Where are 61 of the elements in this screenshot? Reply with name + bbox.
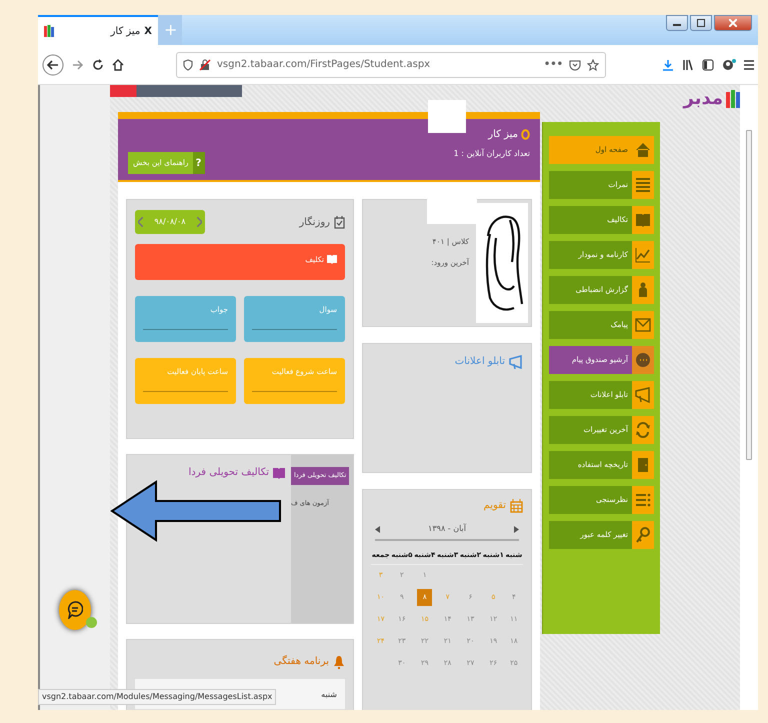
page-title: میز کار xyxy=(488,128,518,142)
url-text: vsgn2.tabaar.com/FirstPages/Student.aspx xyxy=(217,58,432,72)
previous-month-icon[interactable] xyxy=(375,526,380,532)
close-button[interactable] xyxy=(714,15,752,31)
panel-title: تکالیف تحویلی فردا xyxy=(188,466,269,480)
avatar-icon[interactable] xyxy=(722,58,736,70)
reload-icon[interactable] xyxy=(92,58,104,70)
book-icon xyxy=(327,254,337,264)
books-logo-icon xyxy=(726,90,742,108)
close-icon xyxy=(729,19,737,27)
bell-icon xyxy=(333,654,345,668)
speech-bubble-icon xyxy=(67,601,83,619)
minimize-button[interactable] xyxy=(666,15,688,31)
envelope-icon xyxy=(635,317,651,333)
refresh-icon xyxy=(635,422,651,438)
star-icon[interactable] xyxy=(587,58,599,70)
shield-icon xyxy=(183,58,193,70)
chart-icon xyxy=(635,247,651,263)
book-icon xyxy=(273,466,285,478)
key-icon xyxy=(635,527,651,543)
status-url: vsgn2.tabaar.com/Modules/Messaging/MessagesList.aspx xyxy=(38,689,276,705)
online-dot-icon xyxy=(86,617,97,628)
blank-block xyxy=(428,100,466,133)
insecure-lock-icon xyxy=(199,58,211,70)
books-icon xyxy=(44,25,54,37)
month-label: آبان - ۱۳۹۸ xyxy=(428,523,466,535)
back-icon[interactable] xyxy=(42,54,64,76)
panel-title: برنامه هفتگی xyxy=(274,654,329,669)
forward-icon[interactable] xyxy=(72,58,84,70)
calendar-icon xyxy=(510,498,523,512)
tab-title: میز کار xyxy=(110,24,140,38)
next-month-icon[interactable] xyxy=(514,526,519,532)
chat-button[interactable] xyxy=(59,590,91,630)
speech-bubble-icon xyxy=(635,352,651,368)
tab-close-button[interactable]: X xyxy=(144,24,152,38)
page-actions-button[interactable]: ••• xyxy=(544,57,563,72)
date-text: ۹۸/۰۸/۰۸ xyxy=(154,216,186,228)
home-icon xyxy=(635,142,651,158)
maximize-icon xyxy=(697,19,705,27)
calendar-check-icon xyxy=(334,216,345,228)
sidebar-icon[interactable] xyxy=(702,58,714,70)
list-icon xyxy=(635,177,651,193)
list-icon xyxy=(635,492,651,508)
panel-title: تابلو اعلانات xyxy=(454,355,505,369)
maximize-button[interactable] xyxy=(690,15,712,31)
logo-text: مدبر xyxy=(684,87,723,111)
megaphone-icon xyxy=(635,387,651,403)
scrollbar[interactable] xyxy=(746,130,752,460)
ring-icon xyxy=(521,129,530,140)
download-icon[interactable] xyxy=(662,58,674,70)
address-bar[interactable]: vsgn2.tabaar.com/FirstPages/Student.aspx ••• xyxy=(176,52,606,78)
panel-title: روزنگار xyxy=(299,215,330,230)
book-icon xyxy=(635,212,651,228)
panel-title: تقویم xyxy=(484,499,506,513)
library-icon[interactable] xyxy=(682,58,694,70)
new-tab-button[interactable]: + xyxy=(158,15,182,45)
pocket-icon[interactable] xyxy=(569,58,581,70)
online-users-text: تعداد کاربران آنلاین : 1 xyxy=(454,148,530,160)
menu-icon[interactable] xyxy=(744,60,754,70)
home-icon[interactable] xyxy=(112,58,124,70)
megaphone-icon xyxy=(509,354,523,368)
